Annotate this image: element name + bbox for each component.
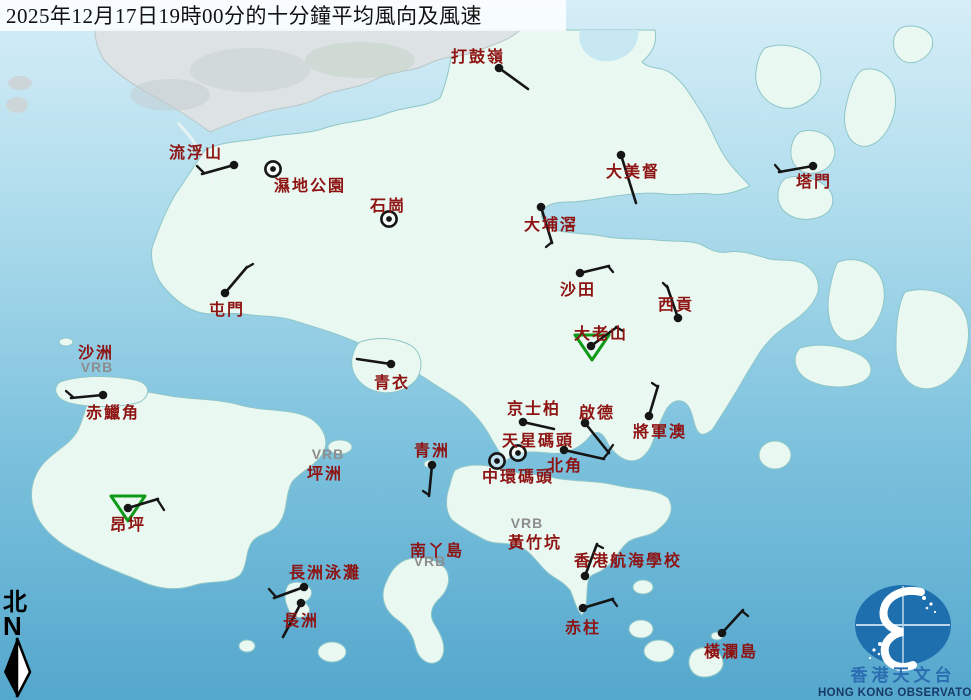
calm-symbol-dot [386,216,392,222]
island-tung-lung [759,441,791,469]
islet [318,642,346,662]
station-label: 京士柏 [507,399,561,418]
station-label: 屯門 [209,300,245,319]
station-label: 中環碼頭 [482,467,554,486]
station-label: 青洲 [414,441,450,460]
station-label: 流浮山 [169,143,223,162]
station-label: 沙洲 [78,344,114,362]
station-label: 將軍澳 [633,422,687,441]
station-dot [537,203,546,212]
station-label: 南丫島 [410,541,464,560]
station-dot [579,604,588,613]
station-label: 大老山 [574,324,628,343]
station-dot [221,289,230,298]
urban-texture [190,48,310,92]
station: VRB沙洲 [78,344,114,375]
north-letter-label: N [3,611,22,641]
islet [629,620,653,638]
station-label: 赤鱲角 [86,403,140,422]
station-dot [617,151,626,160]
vrb-label: VRB [511,515,544,531]
wind-map-page: 打鼓嶺流浮山濕地公園石崗大埔滘大美督塔門屯門VRB沙洲赤鱲角沙田西貢大老山青衣京… [0,0,971,700]
station-dot [809,162,818,171]
station-dot [428,461,437,470]
station-dot [645,412,654,421]
station-label: 橫瀾島 [704,642,758,661]
station-label: 西貢 [658,296,694,314]
islet [6,97,28,113]
hko-logo-english: HONG KONG OBSERVATORY [818,687,971,699]
station-label: 北角 [547,456,583,475]
calm-symbol-dot [494,458,500,464]
station-dot [230,161,239,170]
station-label: 長洲泳灘 [289,563,361,582]
urban-texture [130,79,210,111]
station-label: 昂坪 [110,516,146,534]
islet [633,580,653,594]
station-dot [99,391,108,400]
station-dot [560,446,569,455]
page-title: 2025年12月17日19時00分的十分鐘平均風向及風速 [6,4,482,28]
station-label: 沙田 [560,281,596,299]
station-dot [674,314,683,323]
hko-logo-chinese: 香港天文台 [851,665,956,685]
station-dot [718,629,727,638]
station-label: 啟德 [579,403,615,422]
calm-symbol-dot [270,166,276,172]
station-label: 香港航海學校 [573,551,682,570]
calm-symbol-dot [515,450,521,456]
station-label: 長洲 [283,612,319,630]
station-label: 石崗 [369,196,406,215]
station-dot [519,418,528,427]
station-dot [387,360,396,369]
islet [8,76,32,90]
station-label: 青衣 [374,373,410,392]
urban-texture [305,42,415,78]
islet [239,640,255,652]
station-dot [124,504,133,513]
vrb-label: VRB [312,446,345,462]
station-label: 塔門 [796,172,832,191]
station-dot [581,572,590,581]
station-label: 赤柱 [565,618,601,637]
station-label: 濕地公園 [274,176,346,195]
station-label: 黃竹坑 [507,533,562,552]
islet [644,640,674,662]
islet-sha-chau [59,338,73,346]
station-dot [576,269,585,278]
station-dot [300,583,309,592]
station-label: 大埔滘 [524,215,578,234]
station-label: 坪洲 [307,465,343,483]
station-dot [297,599,306,608]
station-label: 大美督 [606,162,660,181]
station-label: 打鼓嶺 [451,47,505,66]
wind-map: 打鼓嶺流浮山濕地公園石崗大埔滘大美督塔門屯門VRB沙洲赤鱲角沙田西貢大老山青衣京… [0,0,971,700]
